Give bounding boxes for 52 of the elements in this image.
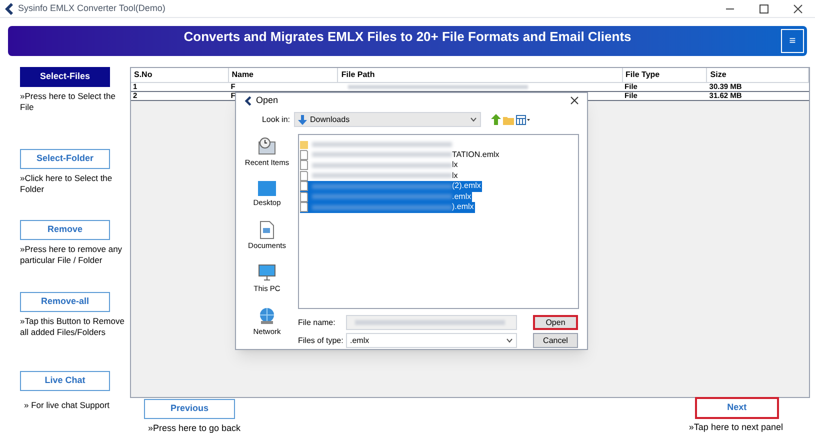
- document-icon: [260, 221, 274, 239]
- banner-title: Converts and Migrates EMLX Files to 20+ File Formats and Email Clients: [182, 28, 632, 46]
- look-in-label: Look in:: [260, 114, 291, 126]
- file-type-dropdown[interactable]: .emlx: [346, 333, 517, 348]
- file-item[interactable]: TATION.emlx: [300, 150, 500, 160]
- menu-button[interactable]: ≡: [781, 29, 804, 53]
- file-name-label: File name:: [298, 316, 336, 328]
- button-hint: »Tap this Button to Remove all added Files/Folders: [20, 316, 126, 338]
- previous-hint: »Press here to go back: [148, 422, 241, 433]
- sidebar-button[interactable]: Remove-all: [20, 292, 110, 312]
- button-hint: » For live chat Support: [23, 400, 111, 411]
- file-item[interactable]: lx: [300, 160, 459, 170]
- clock-computer-icon: [257, 136, 277, 156]
- column-header: File Path: [338, 68, 623, 82]
- button-hint: »Click here to Select the Folder: [20, 173, 114, 195]
- maximize-icon[interactable]: [759, 4, 769, 14]
- computer-icon: [258, 264, 276, 282]
- sidebar-button[interactable]: Remove: [20, 220, 110, 240]
- file-item[interactable]: .emlx: [300, 192, 472, 202]
- file-type-label: Files of type:: [298, 334, 344, 346]
- sidebar-button[interactable]: Live Chat: [20, 371, 110, 391]
- close-icon[interactable]: [793, 4, 803, 14]
- monitor-icon: [258, 181, 276, 196]
- previous-button[interactable]: Previous: [144, 399, 235, 419]
- app-logo-icon: [4, 2, 14, 14]
- file-item[interactable]: ).emlx: [300, 202, 475, 212]
- button-hint: »Press here to remove any particular File / Folder: [20, 244, 124, 266]
- look-in-dropdown[interactable]: Downloads: [294, 112, 481, 128]
- view-menu-icon[interactable]: [516, 114, 530, 125]
- folder-icon: [300, 140, 308, 149]
- cancel-button[interactable]: Cancel: [533, 333, 578, 348]
- button-hint: »Press here to Select the File: [20, 91, 116, 113]
- window-title: Sysinfo EMLX Converter Tool(Demo): [18, 2, 166, 15]
- caret-icon: [470, 117, 477, 122]
- sidebar-button[interactable]: Select-Folder: [20, 149, 110, 169]
- close-icon[interactable]: [570, 96, 579, 106]
- file-name-field[interactable]: [346, 315, 517, 330]
- next-hint: »Tap here to next panel: [688, 421, 783, 433]
- sidebar-button[interactable]: Select-Files: [20, 67, 110, 87]
- column-header: S.No: [131, 68, 229, 82]
- caret-icon: [506, 338, 513, 343]
- next-button[interactable]: Next: [694, 397, 779, 419]
- file-item[interactable]: (2).emlx: [300, 181, 482, 192]
- file-item[interactable]: lx: [300, 170, 459, 181]
- column-header: File Type: [622, 68, 708, 82]
- dialog-title: Open: [256, 94, 278, 108]
- column-header: Name: [228, 68, 338, 82]
- column-header: Size: [707, 68, 809, 82]
- up-folder-icon[interactable]: [491, 114, 501, 126]
- download-icon: [298, 114, 307, 125]
- app-logo-icon: [244, 96, 252, 106]
- open-button[interactable]: Open: [533, 315, 578, 330]
